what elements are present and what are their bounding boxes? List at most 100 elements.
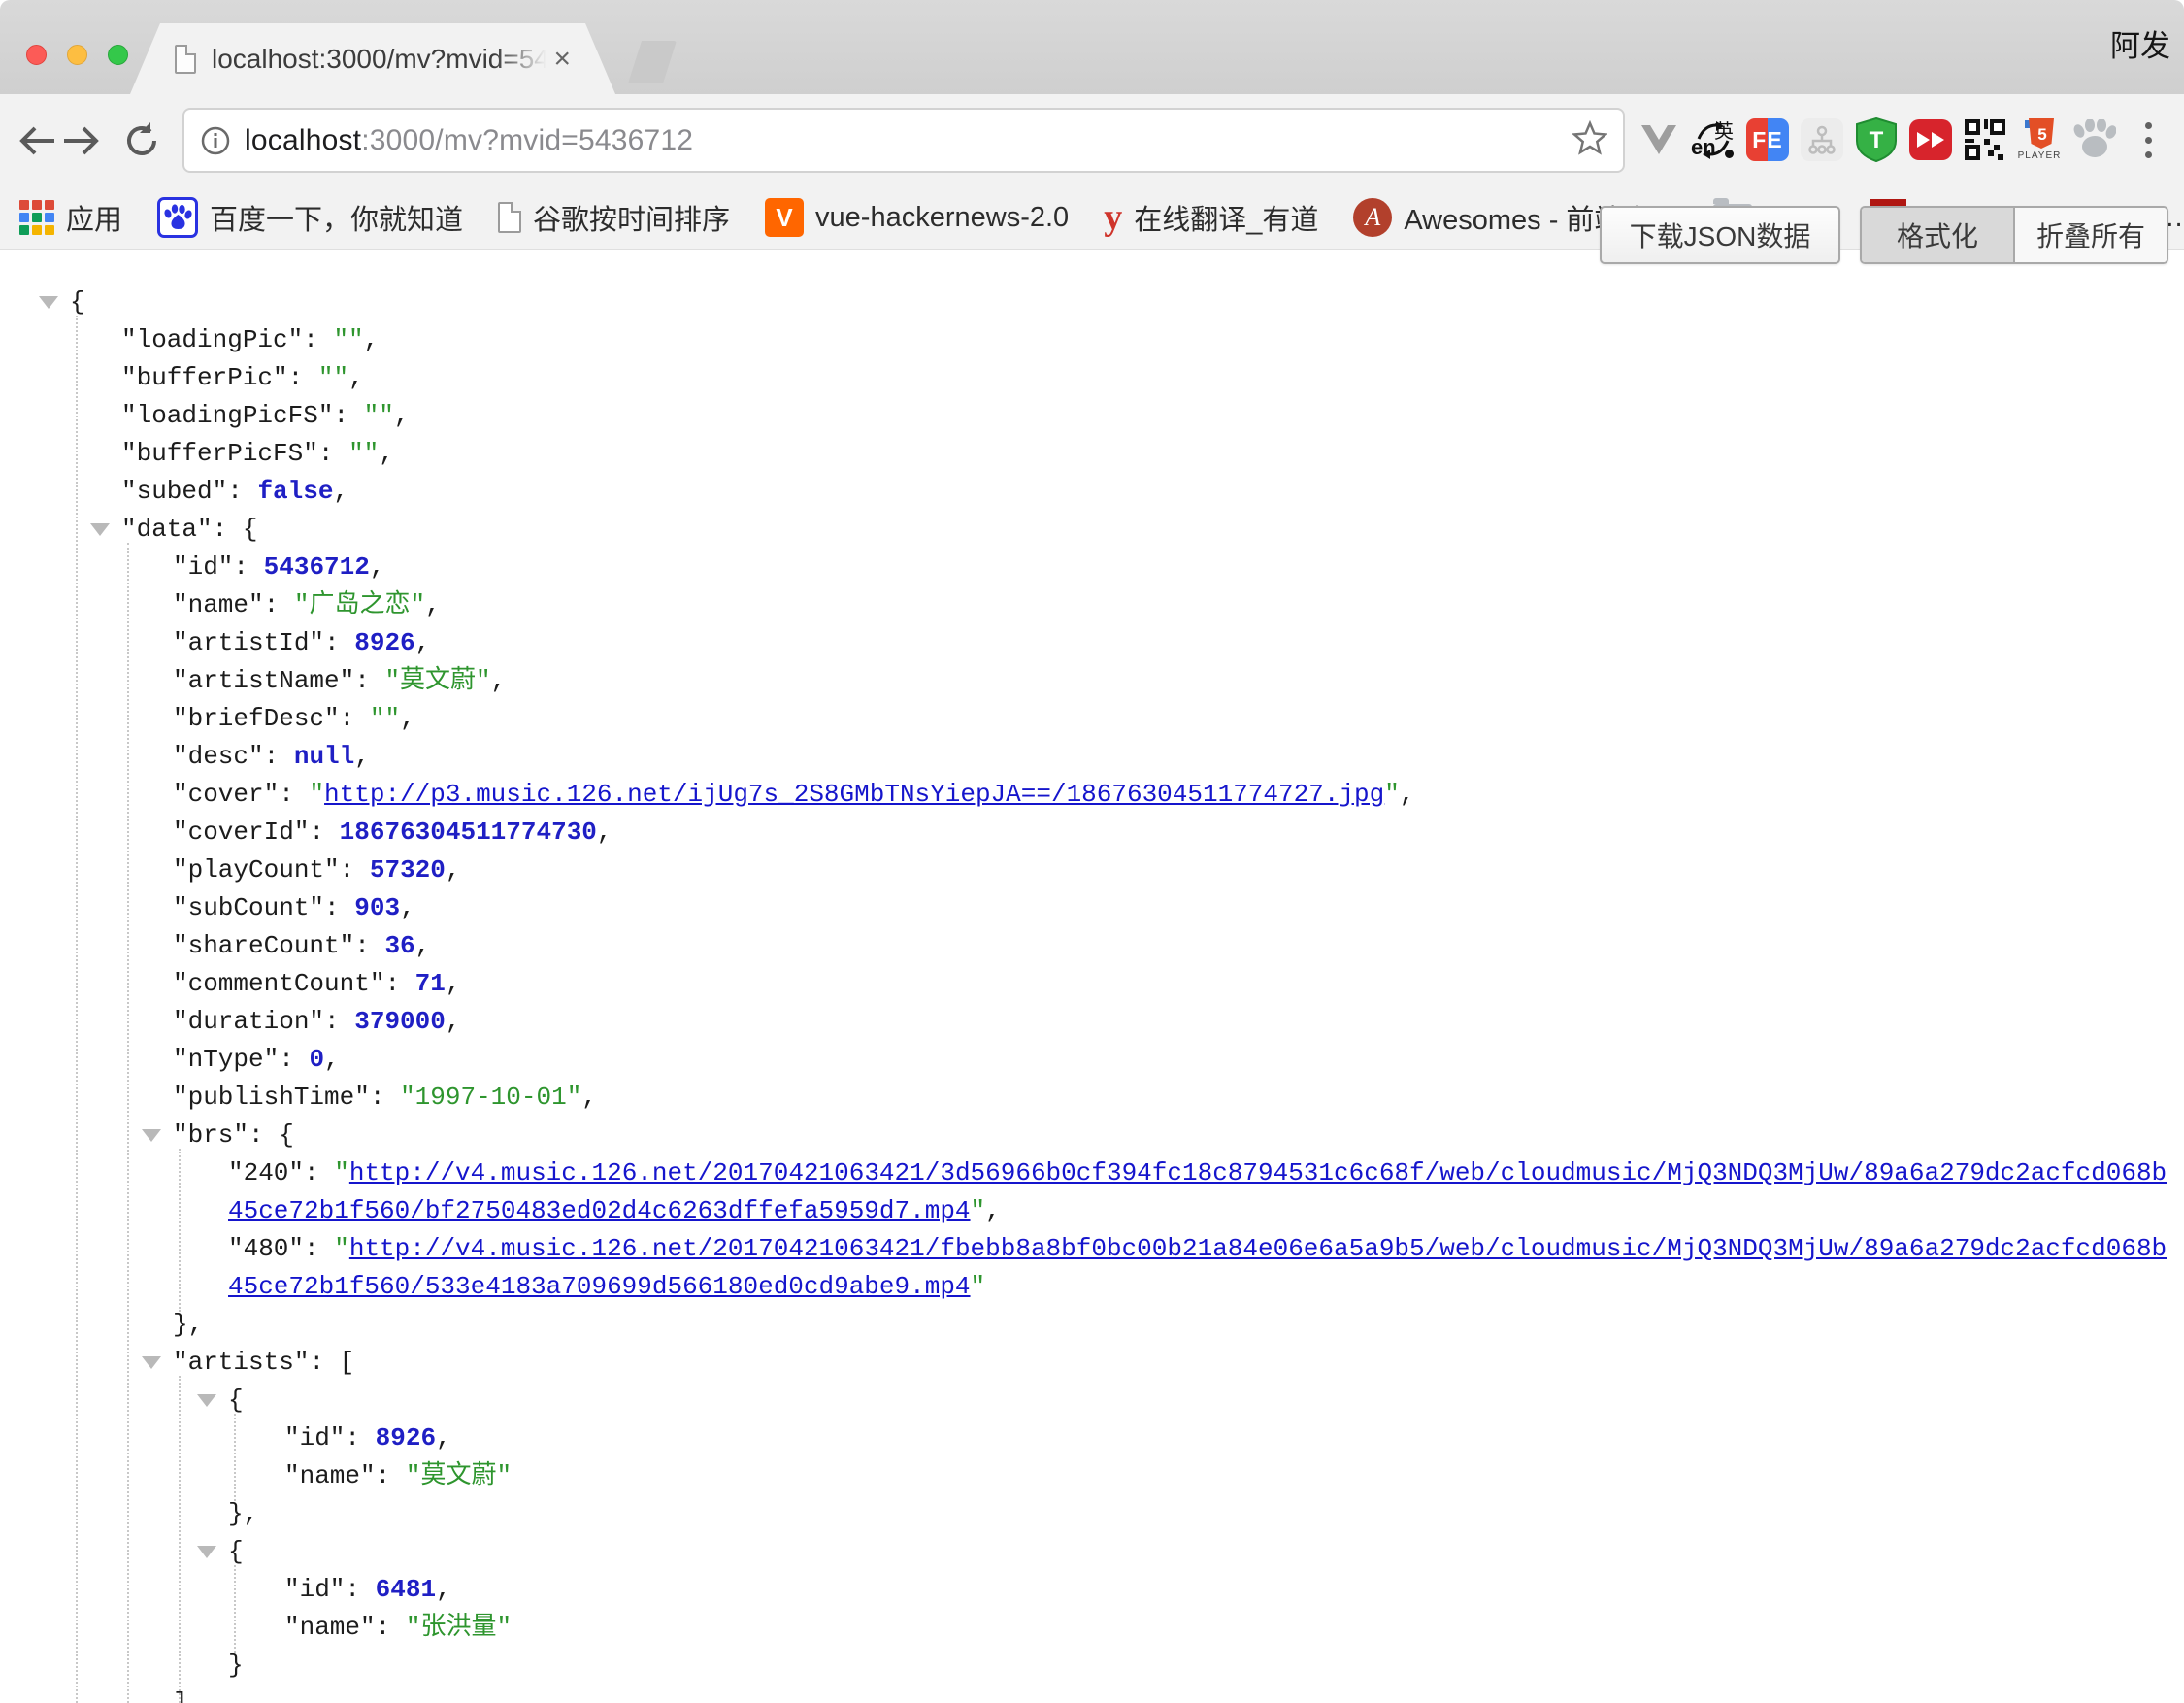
json-token-strq: " (334, 1158, 349, 1187)
json-token-key: "id" (284, 1575, 345, 1604)
json-token-punct: , (491, 666, 507, 695)
json-token-punct: : { (248, 1120, 294, 1150)
new-tab-button[interactable] (628, 41, 677, 83)
browser-menu-icon[interactable] (2126, 117, 2170, 162)
qr-code-icon[interactable] (1963, 117, 2007, 162)
baidu-paw-icon (157, 197, 198, 238)
bookmark-vue-hackernews[interactable]: V vue-hackernews-2.0 (765, 198, 1069, 237)
json-token-punct: : (354, 666, 384, 695)
format-button[interactable]: 格式化 (1862, 208, 2015, 262)
page-icon (498, 202, 521, 233)
json-token-punct: , (985, 1196, 1001, 1225)
json-line: 45ce72b1f560/bf2750483ed02d4c6263dffefa5… (228, 1192, 1001, 1230)
json-line: "loadingPicFS": "", (121, 397, 409, 435)
json-line: "duration": 379000, (173, 1003, 460, 1041)
video-downloader-icon[interactable] (1908, 117, 1953, 162)
json-token-punct: , (446, 969, 461, 998)
fe-extension-icon[interactable]: FE (1745, 117, 1790, 162)
bookmark-apps[interactable]: 应用 (19, 197, 122, 238)
json-token-punct: : (370, 1083, 400, 1112)
json-token-punct: : (384, 969, 414, 998)
json-token-punct: , (415, 628, 431, 657)
json-token-punct: , (400, 704, 415, 733)
json-token-punct: , (1400, 780, 1415, 809)
json-token-punct: : (279, 780, 309, 809)
json-token-strq: " (1384, 780, 1400, 809)
json-token-strq: " (971, 1272, 986, 1301)
collapse-arrow-icon[interactable] (142, 1129, 161, 1142)
url-text: localhost:3000/mv?mvid=5436712 (245, 124, 693, 157)
json-token-punct: , (436, 1423, 451, 1453)
window-zoom-button[interactable] (108, 45, 128, 65)
bookmark-star-icon[interactable] (1572, 120, 1607, 160)
json-line: 45ce72b1f560/533e4183a709699d566180ed0cd… (228, 1268, 985, 1306)
json-token-punct: : (324, 628, 354, 657)
bookmark-baidu[interactable]: 百度一下，你就知道 (157, 197, 463, 238)
json-token-num: 903 (354, 893, 400, 922)
json-token-key: "subCount" (173, 893, 324, 922)
json-token-key: "nType" (173, 1045, 279, 1074)
json-token-num: 71 (415, 969, 446, 998)
html5-player-icon[interactable]: 5PLAYER (2017, 117, 2062, 162)
json-token-key: "name" (173, 590, 264, 619)
json-token-num: 0 (309, 1045, 324, 1074)
json-token-str: "张洪量" (406, 1613, 512, 1642)
json-line: "artistName": "莫文蔚", (173, 662, 506, 700)
browser-tab[interactable]: localhost:3000/mv?mvid=5436 × (130, 23, 615, 94)
window-minimize-button[interactable] (67, 45, 87, 65)
json-token-num: 8926 (354, 628, 414, 657)
json-line: }, (228, 1495, 258, 1533)
download-json-button[interactable]: 下载JSON数据 (1600, 206, 1840, 264)
collapse-arrow-icon[interactable] (39, 296, 58, 309)
json-token-str: "广岛之恋" (294, 590, 425, 619)
json-token-punct: : (333, 401, 363, 430)
json-line: "id": 5436712, (173, 549, 384, 586)
url-link[interactable]: http://v4.music.126.net/20170421063421/3… (349, 1158, 2167, 1187)
json-token-punct: , (446, 855, 461, 885)
collapse-arrow-icon[interactable] (142, 1356, 161, 1369)
back-button[interactable] (12, 94, 62, 186)
json-token-punct: : (304, 1234, 334, 1263)
json-token-key: "240" (228, 1158, 304, 1187)
json-token-num: 379000 (354, 1007, 446, 1036)
json-token-num: 36 (384, 931, 414, 960)
bookmark-google-sort[interactable]: 谷歌按时间排序 (498, 197, 730, 238)
json-token-punct: , (354, 742, 370, 771)
tab-close-icon[interactable]: × (553, 45, 571, 74)
window-close-button[interactable] (26, 45, 47, 65)
json-token-kw: false (257, 477, 333, 506)
json-token-key: "artists" (173, 1348, 309, 1377)
json-token-key: "id" (284, 1423, 345, 1453)
collapse-all-button[interactable]: 折叠所有 (2015, 208, 2167, 262)
collapse-arrow-icon[interactable] (197, 1394, 216, 1407)
json-token-key: "data" (121, 515, 213, 544)
paw-icon[interactable] (2071, 117, 2116, 162)
sitemap-icon[interactable] (1800, 117, 1844, 162)
info-icon[interactable] (200, 125, 231, 156)
json-line: "loadingPic": "", (121, 321, 379, 359)
url-link[interactable]: 45ce72b1f560/bf2750483ed02d4c6263dffefa5… (228, 1196, 971, 1225)
json-token-punct: , (446, 1007, 461, 1036)
json-line: ], (173, 1685, 203, 1703)
json-line: "commentCount": 71, (173, 965, 460, 1003)
collapse-arrow-icon[interactable] (197, 1546, 216, 1558)
tampermonkey-shield-icon[interactable]: T (1854, 117, 1899, 162)
json-token-punct: , (394, 401, 410, 430)
url-bar[interactable]: localhost:3000/mv?mvid=5436712 (182, 108, 1625, 173)
url-link[interactable]: http://v4.music.126.net/20170421063421/f… (349, 1234, 2167, 1263)
json-token-key: "artistName" (173, 666, 354, 695)
forward-button[interactable] (56, 94, 107, 186)
json-token-punct: } (228, 1651, 244, 1680)
collapse-arrow-icon[interactable] (90, 523, 110, 536)
json-line: "subCount": 903, (173, 889, 415, 927)
json-token-num: 18676304511774730 (340, 818, 597, 847)
url-link[interactable]: 45ce72b1f560/533e4183a709699d566180ed0cd… (228, 1272, 971, 1301)
reload-button[interactable] (116, 94, 167, 186)
json-token-key: "brs" (173, 1120, 248, 1150)
url-link[interactable]: http://p3.music.126.net/ijUg7s_2S8GMbTNs… (324, 780, 1384, 809)
vue-devtools-icon[interactable] (1637, 117, 1681, 162)
bookmark-youdao-translate[interactable]: y 在线翻译_有道 (1104, 197, 1318, 238)
json-token-num: 8926 (376, 1423, 436, 1453)
translate-icon[interactable]: 英en (1691, 117, 1736, 162)
json-token-str: "" (318, 363, 348, 392)
